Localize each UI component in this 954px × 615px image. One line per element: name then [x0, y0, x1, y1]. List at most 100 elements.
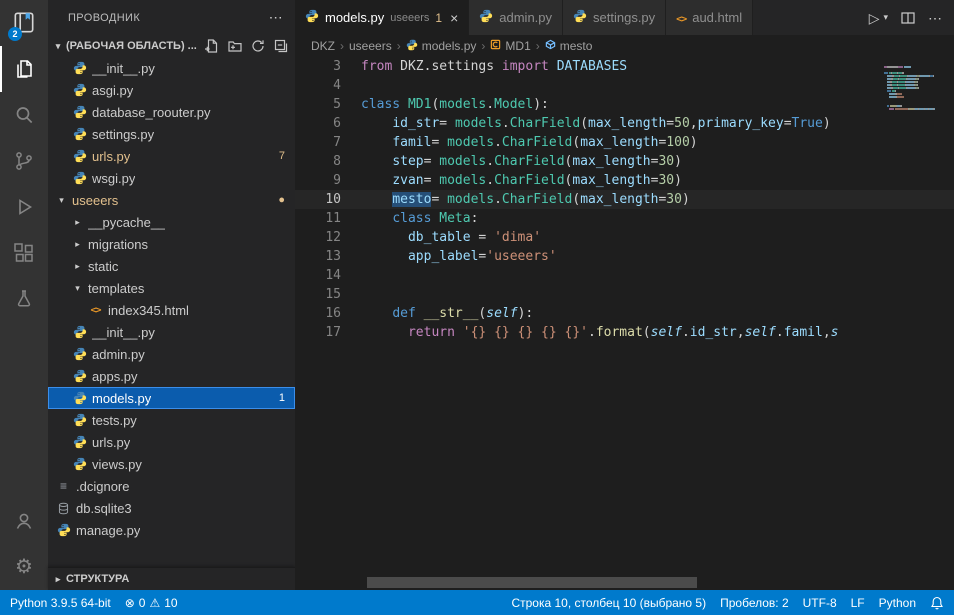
tab-admin.py[interactable]: admin.py: [469, 0, 563, 35]
eol-status[interactable]: LF: [851, 596, 865, 610]
tree-item[interactable]: views.py: [48, 453, 295, 475]
horizontal-scrollbar[interactable]: [367, 577, 697, 588]
tree-item[interactable]: models.py1: [48, 387, 295, 409]
code-line[interactable]: 7 famil= models.CharField(max_length=100…: [295, 133, 954, 152]
new-folder-icon[interactable]: [227, 38, 243, 54]
refresh-icon[interactable]: [250, 38, 266, 54]
python-file-icon: [72, 105, 87, 119]
tree-item[interactable]: tests.py: [48, 409, 295, 431]
search-icon[interactable]: [0, 92, 48, 138]
outline-section-header[interactable]: ▸ СТРУКТУРА: [48, 567, 295, 590]
errors-count: 0: [139, 596, 146, 610]
collapse-all-icon[interactable]: [273, 38, 289, 54]
line-text: class MD1(models.Model):: [361, 95, 549, 114]
ignore-file-icon: ≡: [56, 479, 71, 493]
breadcrumb-item-DKZ[interactable]: DKZ: [311, 39, 335, 53]
account-icon[interactable]: [0, 498, 48, 544]
tree-item[interactable]: asgi.py: [48, 79, 295, 101]
line-text: famil= models.CharField(max_length=100): [361, 133, 698, 152]
new-file-icon[interactable]: [204, 38, 220, 54]
python-interpreter[interactable]: Python 3.9.5 64-bit: [10, 596, 111, 610]
run-debug-icon[interactable]: [0, 184, 48, 230]
code-line[interactable]: 6 id_str= models.CharField(max_length=50…: [295, 114, 954, 133]
tree-item[interactable]: ▸__pycache__: [48, 211, 295, 233]
language-mode[interactable]: Python: [879, 596, 916, 610]
tree-item[interactable]: ▸migrations: [48, 233, 295, 255]
code-line[interactable]: 16 def __str__(self):: [295, 304, 954, 323]
tab-aud.html[interactable]: <>aud.html: [666, 0, 753, 35]
tree-item[interactable]: admin.py: [48, 343, 295, 365]
file-label: tests.py: [92, 413, 137, 428]
python-file-icon: [56, 523, 71, 537]
tree-item[interactable]: ▸static: [48, 255, 295, 277]
line-number: 16: [295, 304, 361, 323]
run-button[interactable]: ▷: [869, 11, 880, 25]
code-line[interactable]: 11 class Meta:: [295, 209, 954, 228]
vscode-window: 2: [0, 0, 954, 615]
python-file-icon: [573, 9, 587, 26]
editor-more-icon[interactable]: ⋯: [928, 11, 942, 25]
line-number: 7: [295, 133, 361, 152]
run-dropdown-icon[interactable]: ▾: [883, 13, 888, 22]
breadcrumb-item-useeers[interactable]: useeers: [349, 39, 392, 53]
tree-item[interactable]: ▾useeers●: [48, 189, 295, 211]
tree-item[interactable]: ▾templates: [48, 277, 295, 299]
warnings-count: 10: [164, 596, 177, 610]
app-logo-icon[interactable]: 2: [0, 0, 48, 46]
code-line[interactable]: 8 step= models.CharField(max_length=30): [295, 152, 954, 171]
tree-item[interactable]: settings.py: [48, 123, 295, 145]
code-line[interactable]: 14: [295, 266, 954, 285]
line-text: step= models.CharField(max_length=30): [361, 152, 682, 171]
minimap[interactable]: [884, 57, 946, 104]
code-line[interactable]: 9 zvan= models.CharField(max_length=30): [295, 171, 954, 190]
problems-status[interactable]: ⊗ 0 ⚠ 10: [125, 596, 178, 610]
breadcrumb-item-models.py[interactable]: models.py: [406, 39, 477, 54]
code-line[interactable]: 12 db_table = 'dima': [295, 228, 954, 247]
chevron-down-icon: ▾: [52, 41, 64, 52]
source-control-icon[interactable]: [0, 138, 48, 184]
extensions-icon[interactable]: [0, 230, 48, 276]
code-line[interactable]: 4: [295, 76, 954, 95]
breadcrumb-item-mesto[interactable]: mesto: [545, 39, 593, 53]
tree-item[interactable]: urls.py: [48, 431, 295, 453]
tree-item[interactable]: wsgi.py: [48, 167, 295, 189]
indentation-status[interactable]: Пробелов: 2: [720, 596, 789, 610]
code-editor[interactable]: 3from DKZ.settings import DATABASES45cla…: [295, 57, 954, 590]
tree-item[interactable]: __init__.py: [48, 57, 295, 79]
tree-item[interactable]: db.sqlite3: [48, 497, 295, 519]
python-file-icon: [72, 369, 87, 383]
line-number: 13: [295, 247, 361, 266]
file-label: asgi.py: [92, 83, 133, 98]
tree-item[interactable]: database_roouter.py: [48, 101, 295, 123]
code-line[interactable]: 15: [295, 285, 954, 304]
breadcrumb-item-MD1[interactable]: MD1: [490, 39, 530, 53]
tab-settings.py[interactable]: settings.py: [563, 0, 666, 35]
tree-item[interactable]: <>index345.html: [48, 299, 295, 321]
workspace-section-header[interactable]: ▾ (РАБОЧАЯ ОБЛАСТЬ) ...: [48, 35, 295, 57]
code-line[interactable]: 10 mesto= models.CharField(max_length=30…: [295, 190, 954, 209]
tree-item[interactable]: __init__.py: [48, 321, 295, 343]
chevron-down-icon: ▾: [72, 283, 83, 294]
sidebar-more-icon[interactable]: ⋯: [269, 9, 283, 26]
cursor-position[interactable]: Строка 10, столбец 10 (выбрано 5): [511, 596, 706, 610]
breadcrumb-label: models.py: [422, 39, 477, 53]
explorer-icon[interactable]: [0, 46, 48, 92]
tree-item[interactable]: apps.py: [48, 365, 295, 387]
code-line[interactable]: 3from DKZ.settings import DATABASES: [295, 57, 954, 76]
notifications-bell-icon[interactable]: [930, 596, 944, 610]
code-line[interactable]: 17 return '{} {} {} {} {}'.format(self.i…: [295, 323, 954, 342]
tree-item[interactable]: ≡.dcignore: [48, 475, 295, 497]
chevron-right-icon: ▸: [72, 239, 83, 250]
encoding-status[interactable]: UTF-8: [803, 596, 837, 610]
tree-item[interactable]: urls.py7: [48, 145, 295, 167]
tree-item[interactable]: manage.py: [48, 519, 295, 541]
close-icon[interactable]: ×: [450, 10, 458, 26]
testing-icon[interactable]: [0, 276, 48, 322]
warnings-icon: ⚠: [149, 596, 160, 610]
code-line[interactable]: 13 app_label='useeers': [295, 247, 954, 266]
tab-models.py[interactable]: models.pyuseeers1×: [295, 0, 469, 35]
breadcrumb-label: useeers: [349, 39, 392, 53]
split-editor-icon[interactable]: [900, 10, 916, 26]
settings-gear-icon[interactable]: ⚙: [0, 544, 48, 590]
code-line[interactable]: 5class MD1(models.Model):: [295, 95, 954, 114]
